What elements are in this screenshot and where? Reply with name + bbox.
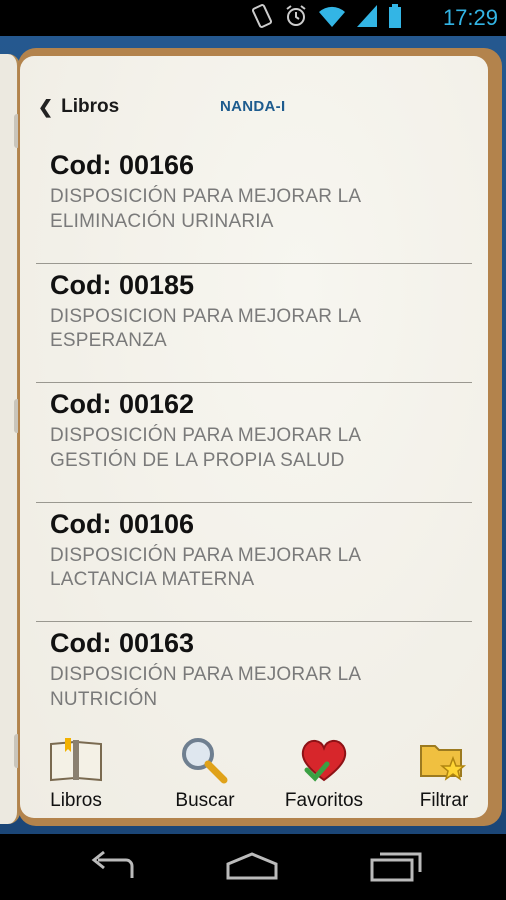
tab-buscar[interactable]: Buscar <box>160 736 250 818</box>
item-description-line: DISPOSICIÓN PARA MEJORAR LA <box>50 425 362 446</box>
item-code: Cod: 00163 <box>50 628 195 658</box>
notebook-page: ❮ Libros NANDA-I Cod: 00166 DISPOSICIÓN … <box>20 56 488 818</box>
tab-label: Filtrar <box>419 790 469 811</box>
page-title: NANDA-I <box>220 98 286 115</box>
status-bar: 17:29 <box>0 0 506 36</box>
tab-filtrar[interactable]: Filtrar <box>410 736 478 818</box>
signal-icon <box>356 3 378 34</box>
tab-favoritos[interactable]: Favoritos <box>276 736 372 818</box>
heart-icon <box>297 736 351 784</box>
wifi-icon <box>318 3 346 34</box>
list-item[interactable]: Cod: 00166 DISPOSICIÓN PARA MEJORAR LA E… <box>36 144 472 264</box>
recents-nav-icon[interactable] <box>366 848 426 886</box>
status-time: 17:29 <box>442 5 498 30</box>
item-code: Cod: 00162 <box>50 389 195 419</box>
back-nav-icon[interactable] <box>84 848 144 886</box>
item-description-line: NUTRICIÓN <box>50 688 158 710</box>
list-item[interactable]: Cod: 00185 DISPOSICION PARA MEJORAR LA E… <box>36 264 472 383</box>
item-description-line: DISPOSICIÓN PARA MEJORAR LA <box>50 544 362 566</box>
tab-label: Favoritos <box>284 790 364 811</box>
item-description-line: ELIMINACIÓN URINARIA <box>50 210 274 232</box>
magnifier-icon <box>178 736 232 784</box>
battery-icon <box>388 3 402 34</box>
item-code: Cod: 00166 <box>50 150 195 180</box>
item-code: Cod: 00185 <box>50 269 195 300</box>
status-icons <box>250 3 402 34</box>
list-item[interactable]: Cod: 00162 DISPOSICIÓN PARA MEJORAR LA G… <box>36 383 472 503</box>
tab-label: Libros <box>50 790 102 811</box>
bottom-tab-bar: Libros Buscar Favoritos Filtrar <box>20 736 488 818</box>
diagnosis-list: Cod: 00166 DISPOSICIÓN PARA MEJORAR LA E… <box>36 144 472 742</box>
home-nav-icon[interactable] <box>222 848 282 886</box>
item-code: Cod: 00106 <box>50 508 195 539</box>
tab-label: Buscar <box>175 790 235 811</box>
alarm-icon <box>284 3 308 34</box>
back-button[interactable]: ❮ Libros <box>38 96 119 118</box>
item-description-line: DISPOSICIÓN PARA MEJORAR LA <box>50 664 362 685</box>
item-description-line: LACTANCIA MATERNA <box>50 569 255 590</box>
tab-libros[interactable]: Libros <box>42 736 110 818</box>
item-description-line: GESTIÓN DE LA PROPIA SALUD <box>50 449 345 471</box>
navigation-bar <box>0 834 506 900</box>
item-description-line: ESPERANZA <box>50 330 167 351</box>
back-label: Libros <box>61 96 120 117</box>
rotation-lock-icon <box>250 3 274 34</box>
item-description-line: DISPOSICION PARA MEJORAR LA <box>50 305 362 327</box>
item-description-line: DISPOSICIÓN PARA MEJORAR LA <box>50 186 362 207</box>
page-header: ❮ Libros NANDA-I <box>20 56 488 156</box>
list-item[interactable]: Cod: 00106 DISPOSICIÓN PARA MEJORAR LA L… <box>36 503 472 622</box>
list-item[interactable]: Cod: 00163 DISPOSICIÓN PARA MEJORAR LA N… <box>36 622 472 742</box>
open-book-icon <box>49 736 103 784</box>
chevron-left-icon: ❮ <box>38 96 54 117</box>
left-page-edge <box>0 54 20 824</box>
folder-star-icon <box>417 736 471 784</box>
